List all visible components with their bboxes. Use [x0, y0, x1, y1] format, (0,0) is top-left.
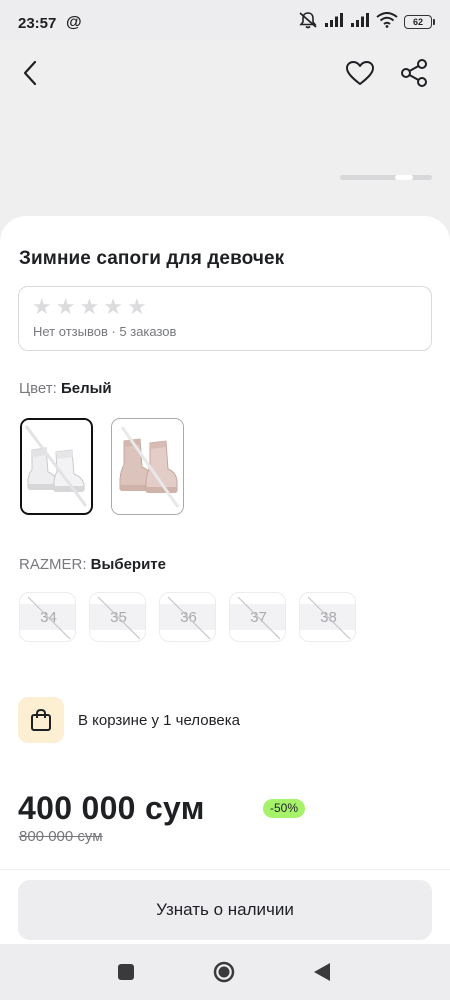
price: 400 000 сум — [18, 790, 205, 826]
rating-box[interactable]: ★ ★ ★ ★ ★ Нет отзывов · 5 заказов — [18, 286, 432, 351]
share-button[interactable] — [397, 56, 431, 90]
size-option-34[interactable]: 34 — [19, 592, 76, 642]
product-title: Зимние сапоги для девочек — [19, 248, 285, 269]
product-image-area[interactable] — [0, 40, 450, 240]
battery-icon: 62 — [404, 15, 435, 29]
color-option-white[interactable] — [20, 418, 93, 515]
size-label-prefix: RAZMER: — [19, 556, 87, 573]
star-icon: ★ — [79, 294, 100, 319]
wifi-icon — [376, 11, 398, 33]
recent-apps-button[interactable] — [115, 961, 137, 983]
color-value: Белый — [60, 380, 112, 397]
square-icon — [118, 964, 134, 980]
favorite-button[interactable] — [343, 56, 377, 90]
color-label: Цвет: Белый — [19, 380, 112, 397]
boot-white-image — [22, 420, 90, 512]
status-icons: 62 — [298, 11, 435, 34]
rating-stars: ★ ★ ★ ★ ★ — [32, 295, 147, 319]
triangle-back-icon — [314, 963, 330, 981]
unavailable-strike — [27, 596, 71, 640]
discount-badge: -50% — [263, 799, 306, 818]
heart-icon — [346, 61, 374, 85]
product-details-sheet: Зимние сапоги для девочек ★ ★ ★ ★ ★ Нет … — [0, 216, 450, 1000]
star-icon: ★ — [32, 294, 52, 319]
size-value: Выберите — [90, 556, 166, 573]
share-icon — [401, 59, 427, 87]
signal-icon — [350, 12, 370, 33]
back-nav-button[interactable] — [311, 961, 333, 983]
size-option-37[interactable]: 37 — [229, 592, 286, 642]
star-icon: ★ — [55, 294, 76, 319]
check-availability-button[interactable]: Узнать о наличии — [18, 880, 432, 940]
cart-info: В корзине у 1 человека — [18, 697, 240, 743]
signal-icon — [324, 12, 344, 33]
color-option-pink[interactable] — [111, 418, 184, 515]
unavailable-strike — [307, 596, 351, 640]
back-button[interactable] — [14, 56, 48, 90]
home-button[interactable] — [213, 961, 235, 983]
mute-icon — [298, 11, 318, 34]
star-icon: ★ — [126, 294, 147, 319]
at-icon: @ — [66, 14, 82, 31]
star-icon: ★ — [103, 294, 123, 319]
old-price: 800 000 сум — [19, 828, 103, 845]
color-label-prefix: Цвет: — [19, 380, 57, 397]
size-option-38[interactable]: 38 — [299, 592, 356, 642]
unavailable-strike — [97, 596, 141, 640]
circle-icon — [213, 961, 235, 983]
boot-pink-image — [112, 419, 183, 514]
size-option-36[interactable]: 36 — [159, 592, 216, 642]
unavailable-strike — [237, 596, 281, 640]
status-bar: 23:57 @ 62 — [0, 0, 450, 40]
size-option-35[interactable]: 35 — [89, 592, 146, 642]
shopping-bag-icon — [18, 697, 64, 743]
size-label: RAZMER: Выберите — [19, 556, 166, 573]
carousel-active-indicator — [395, 175, 413, 180]
rating-summary: Нет отзывов · 5 заказов — [33, 324, 177, 339]
status-time: 23:57 — [18, 15, 57, 32]
carousel-indicator — [340, 175, 432, 180]
unavailable-strike — [167, 596, 211, 640]
back-arrow-icon — [23, 60, 37, 86]
system-nav-bar — [0, 944, 450, 1000]
cart-info-text: В корзине у 1 человека — [78, 711, 240, 729]
